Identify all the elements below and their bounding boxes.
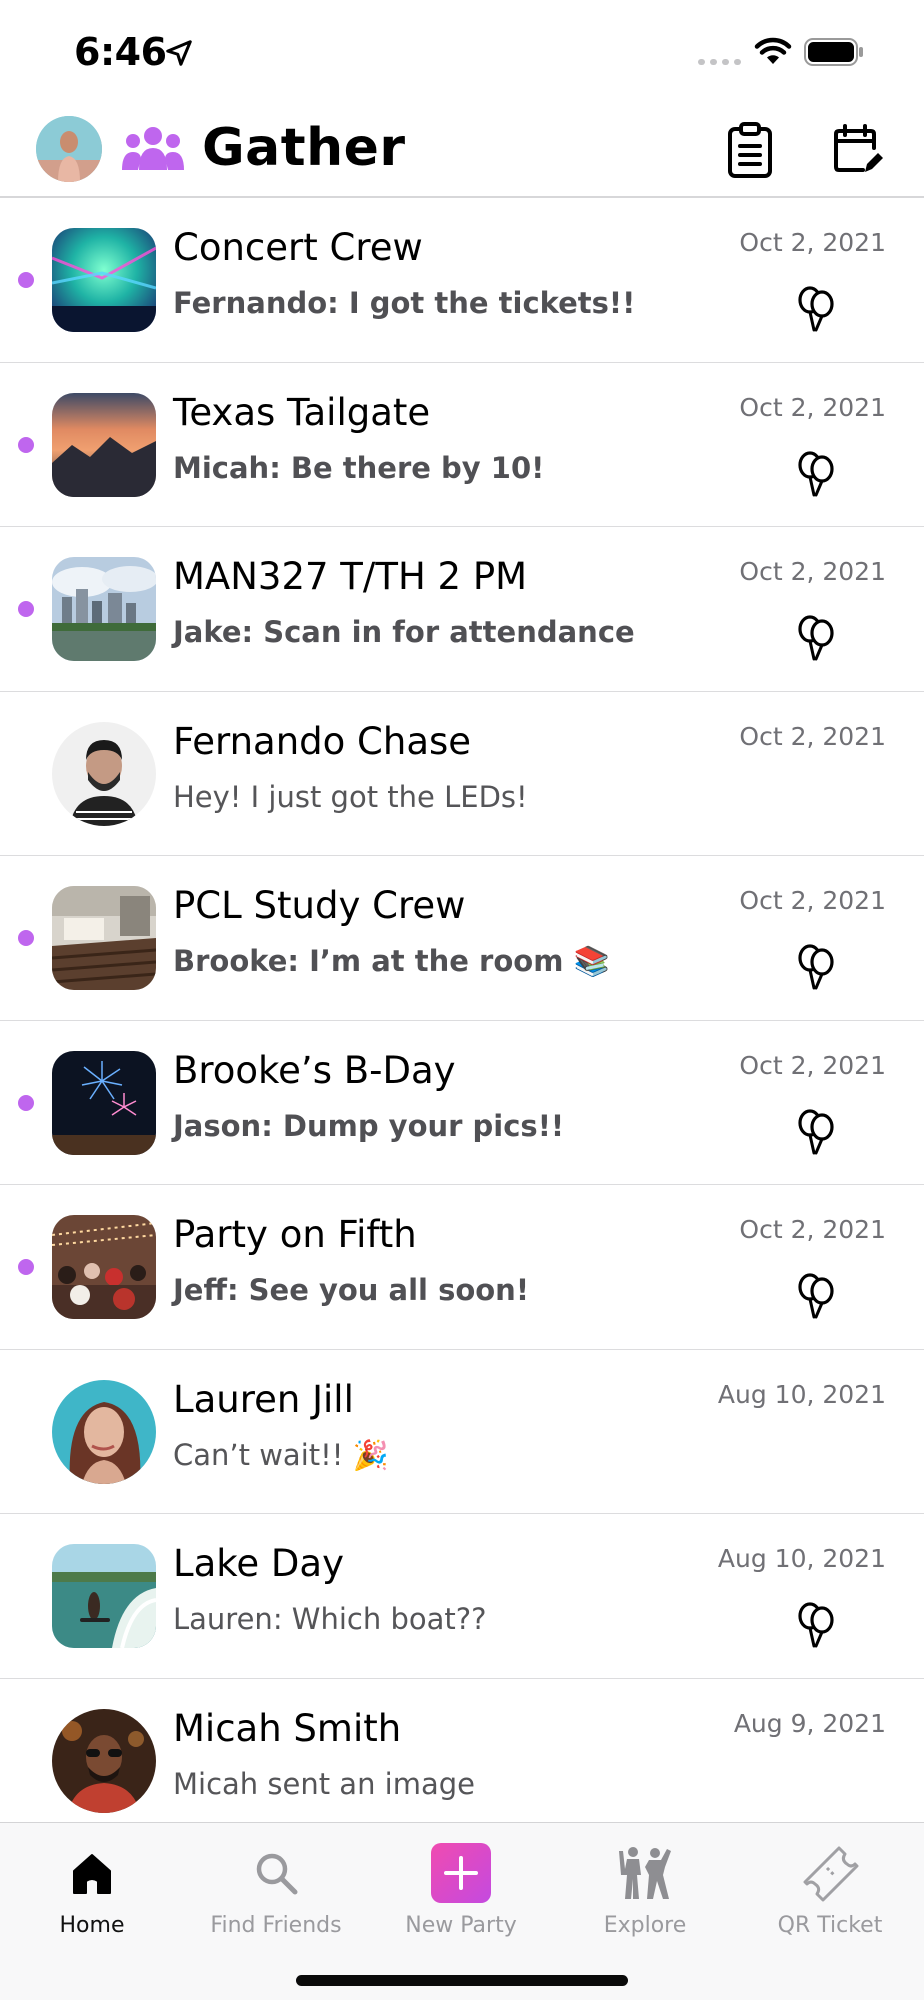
chat-last-message: Micah sent an image: [173, 1766, 476, 1801]
balloons-icon: [798, 1602, 834, 1648]
unread-indicator: [18, 1094, 34, 1111]
chat-row-lake-day[interactable]: Lake Day Lauren: Which boat?? Aug 10, 20…: [0, 1514, 924, 1679]
chat-date: Oct 2, 2021: [739, 721, 886, 751]
battery-icon: [804, 38, 863, 66]
chat-name: Micah Smith: [173, 1706, 402, 1750]
chat-row-lauren-jill[interactable]: Lauren Jill Can’t wait!! 🎉 Aug 10, 2021: [0, 1350, 924, 1514]
tab-explore[interactable]: Explore: [553, 1831, 737, 1941]
chat-last-message: Fernando: I got the tickets!!: [173, 286, 636, 320]
group-logo-icon: [122, 127, 184, 170]
chat-name: Concert Crew: [173, 226, 423, 269]
tab-qr-ticket[interactable]: QR Ticket: [738, 1831, 922, 1941]
chat-row-micah-smith[interactable]: Micah Smith Micah sent an image Aug 9, 2…: [0, 1679, 924, 1844]
balloons-icon: [798, 944, 834, 990]
chat-date: Aug 10, 2021: [717, 1379, 886, 1409]
unread-indicator: [18, 601, 34, 617]
home-icon: [62, 1843, 122, 1903]
ticket-icon: [800, 1843, 860, 1903]
chat-date: Oct 2, 2021: [739, 886, 886, 915]
chat-avatar: [52, 228, 156, 332]
chat-row-brookes-bday[interactable]: Brooke’s B-Day Jason: Dump your pics!! O…: [0, 1021, 924, 1185]
balloons-icon: [798, 286, 834, 332]
chat-row-party-on-fifth[interactable]: Party on Fifth Jeff: See you all soon! O…: [0, 1185, 924, 1350]
calendar-edit-button[interactable]: [826, 118, 890, 182]
tab-label: Home: [59, 1913, 125, 1938]
chat-avatar: [52, 392, 156, 497]
chat-date: Oct 2, 2021: [739, 1050, 886, 1080]
unread-indicator: [18, 272, 34, 288]
chat-avatar: [52, 1050, 156, 1155]
unread-indicator: [18, 930, 34, 946]
chat-row-man327[interactable]: MAN327 T/TH 2 PM Jake: Scan in for atten…: [0, 527, 924, 692]
chat-last-message: Jeff: See you all soon!: [173, 1273, 530, 1307]
chat-avatar: [52, 1215, 156, 1319]
chat-last-message: Jason: Dump your pics!!: [173, 1108, 565, 1143]
chat-name: PCL Study Crew: [173, 884, 466, 927]
status-bar: 6:46: [0, 0, 924, 100]
clipboard-button[interactable]: [718, 118, 782, 182]
chat-last-message: Hey! I just got the LEDs!: [173, 779, 528, 814]
chat-row-fernando-chase[interactable]: Fernando Chase Hey! I just got the LEDs!…: [0, 692, 924, 856]
chat-name: Brooke’s B-Day: [173, 1048, 456, 1092]
chat-row-texas-tailgate[interactable]: Texas Tailgate Micah: Be there by 10! Oc…: [0, 363, 924, 527]
profile-photo: [36, 116, 102, 182]
tab-new-party[interactable]: New Party: [369, 1831, 553, 1941]
status-time: 6:46: [74, 30, 167, 74]
search-icon: [246, 1843, 306, 1903]
clipboard-icon: [728, 122, 772, 178]
tab-label: Find Friends: [210, 1913, 342, 1938]
unread-indicator: [18, 1259, 34, 1275]
tab-label: New Party: [405, 1913, 517, 1938]
chat-date: Oct 2, 2021: [739, 1215, 886, 1244]
chat-avatar: [52, 886, 156, 990]
chat-avatar: [52, 1544, 156, 1648]
chat-avatar: [52, 721, 156, 826]
chat-row-concert-crew[interactable]: Concert Crew Fernando: I got the tickets…: [0, 198, 924, 363]
chat-name: MAN327 T/TH 2 PM: [173, 555, 528, 598]
tab-label: Explore: [603, 1913, 687, 1938]
chat-date: Oct 2, 2021: [739, 392, 886, 422]
chat-name: Lake Day: [173, 1542, 344, 1585]
chat-last-message: Can’t wait!! 🎉: [173, 1437, 389, 1472]
people-dancing-icon: [615, 1843, 675, 1903]
home-indicator: [296, 1975, 628, 1986]
balloons-icon: [798, 1273, 834, 1319]
balloons-icon: [798, 615, 834, 661]
chat-avatar: [52, 557, 156, 661]
chat-list: Concert Crew Fernando: I got the tickets…: [0, 198, 924, 1843]
plus-icon: [431, 1843, 491, 1903]
chat-name: Lauren Jill: [173, 1377, 354, 1421]
chat-row-pcl-study-crew[interactable]: PCL Study Crew Brooke: I’m at the room 📚…: [0, 856, 924, 1021]
tab-home[interactable]: Home: [0, 1831, 184, 1941]
chat-date: Oct 2, 2021: [739, 228, 886, 257]
cellular-signal-icon: [698, 59, 741, 65]
tab-bar: Home Find Friends New Party Explore QR T…: [0, 1822, 924, 2000]
unread-indicator: [18, 436, 34, 453]
app-title: Gather: [202, 118, 406, 178]
chat-last-message: Lauren: Which boat??: [173, 1602, 487, 1636]
chat-date: Oct 2, 2021: [739, 557, 886, 586]
balloons-icon: [798, 1108, 834, 1154]
chat-avatar: [52, 1379, 156, 1484]
chat-date: Aug 9, 2021: [733, 1708, 886, 1738]
balloons-icon: [798, 450, 834, 496]
chat-name: Party on Fifth: [173, 1213, 417, 1256]
chat-last-message: Micah: Be there by 10!: [173, 450, 545, 485]
tab-find-friends[interactable]: Find Friends: [184, 1831, 368, 1941]
chat-last-message: Brooke: I’m at the room 📚: [173, 944, 610, 978]
location-arrow-icon: [166, 40, 192, 66]
calendar-edit-icon: [834, 124, 883, 172]
chat-avatar: [52, 1708, 156, 1813]
chat-date: Aug 10, 2021: [717, 1544, 886, 1573]
app-header: Gather: [0, 100, 924, 198]
chat-last-message: Jake: Scan in for attendance: [173, 615, 635, 649]
chat-name: Fernando Chase: [173, 719, 472, 763]
profile-avatar[interactable]: [36, 116, 102, 182]
tab-label: QR Ticket: [777, 1913, 883, 1938]
chat-name: Texas Tailgate: [173, 390, 431, 434]
wifi-icon: [754, 37, 792, 64]
